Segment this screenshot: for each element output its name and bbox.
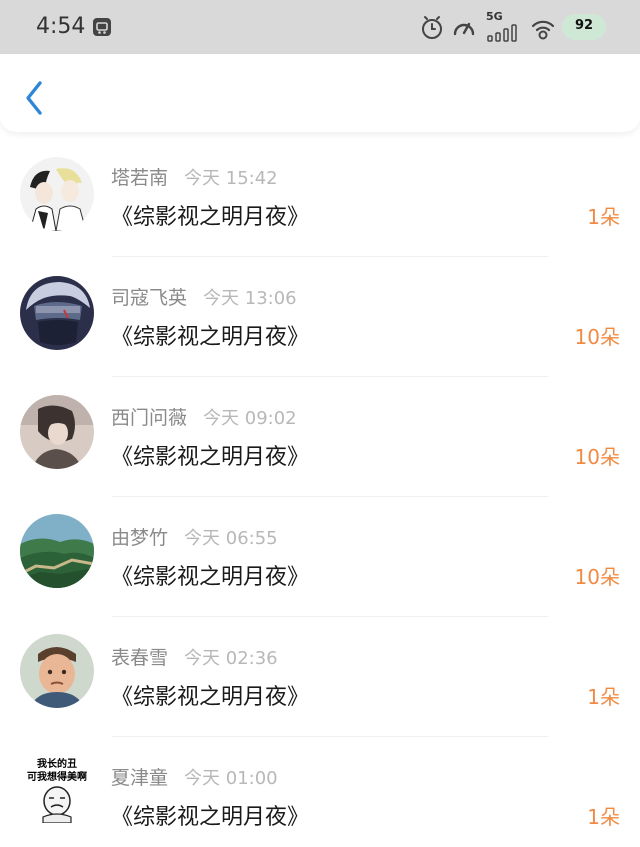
sender-name: 西门问薇 <box>111 407 188 429</box>
item-meta: 司寇飞英 今天 13:06 <box>111 283 297 311</box>
list-item[interactable]: 我长的丑 可我想得美啊 夏津童 今天 01:00 《综影视之明月夜》 1朵 <box>0 737 640 847</box>
avatar-caption: 可我想得美啊 <box>27 772 87 783</box>
battery-level: 92 <box>574 18 594 33</box>
battery-icon: 92 <box>562 14 606 40</box>
avatar[interactable]: 我长的丑 可我想得美啊 <box>20 753 94 827</box>
nav-header <box>0 54 640 132</box>
alarm-icon <box>422 16 442 39</box>
list-item[interactable]: 表春雪 今天 02:36 《综影视之明月夜》 1朵 <box>0 617 640 737</box>
chevron-left-icon <box>26 81 42 115</box>
list-item[interactable]: 塔若南 今天 15:42 《综影视之明月夜》 1朵 <box>0 137 640 257</box>
book-title: 《综影视之明月夜》 <box>111 565 310 590</box>
book-title: 《综影视之明月夜》 <box>111 805 310 830</box>
list-item[interactable]: 由梦竹 今天 06:55 《综影视之明月夜》 10朵 <box>0 497 640 617</box>
app-notification-icon <box>93 18 111 36</box>
list-item[interactable]: 司寇飞英 今天 13:06 《综影视之明月夜》 10朵 <box>0 257 640 377</box>
avatar[interactable] <box>20 276 94 350</box>
avatar[interactable] <box>20 395 94 469</box>
status-bar: 4:54 5G 92 <box>0 0 640 54</box>
gift-amount: 10朵 <box>574 325 620 349</box>
item-meta: 由梦竹 今天 06:55 <box>111 523 278 551</box>
send-time: 今天 06:55 <box>184 528 278 549</box>
send-time: 今天 01:00 <box>184 768 278 789</box>
network-label: 5G <box>486 10 503 23</box>
list-item[interactable]: 西门问薇 今天 09:02 《综影视之明月夜》 10朵 <box>0 377 640 497</box>
gift-amount: 1朵 <box>587 205 620 229</box>
item-meta: 表春雪 今天 02:36 <box>111 643 278 671</box>
item-meta: 塔若南 今天 15:42 <box>111 163 278 191</box>
avatar[interactable] <box>20 514 94 588</box>
book-title: 《综影视之明月夜》 <box>111 205 310 230</box>
sender-name: 夏津童 <box>111 767 169 789</box>
gift-amount: 1朵 <box>587 805 620 829</box>
book-title: 《综影视之明月夜》 <box>111 325 310 350</box>
send-time: 今天 02:36 <box>184 648 278 669</box>
wifi-icon <box>531 20 555 40</box>
status-time: 4:54 <box>36 14 86 39</box>
sender-name: 塔若南 <box>111 167 169 189</box>
back-button[interactable] <box>18 78 52 118</box>
send-time: 今天 13:06 <box>203 288 297 309</box>
gift-amount: 1朵 <box>587 685 620 709</box>
item-meta: 西门问薇 今天 09:02 <box>111 403 297 431</box>
sender-name: 由梦竹 <box>111 527 169 549</box>
item-meta: 夏津童 今天 01:00 <box>111 763 278 791</box>
sender-name: 表春雪 <box>111 647 169 669</box>
signal-icon: 5G <box>486 10 526 44</box>
book-title: 《综影视之明月夜》 <box>111 685 310 710</box>
gift-amount: 10朵 <box>574 445 620 469</box>
avatar[interactable] <box>20 157 94 231</box>
meme-face <box>42 786 72 823</box>
sender-name: 司寇飞英 <box>111 287 188 309</box>
gift-amount: 10朵 <box>574 565 620 589</box>
send-time: 今天 09:02 <box>203 408 297 429</box>
send-time: 今天 15:42 <box>184 168 278 189</box>
speed-icon <box>453 22 475 36</box>
avatar[interactable] <box>20 634 94 708</box>
book-title: 《综影视之明月夜》 <box>111 445 310 470</box>
